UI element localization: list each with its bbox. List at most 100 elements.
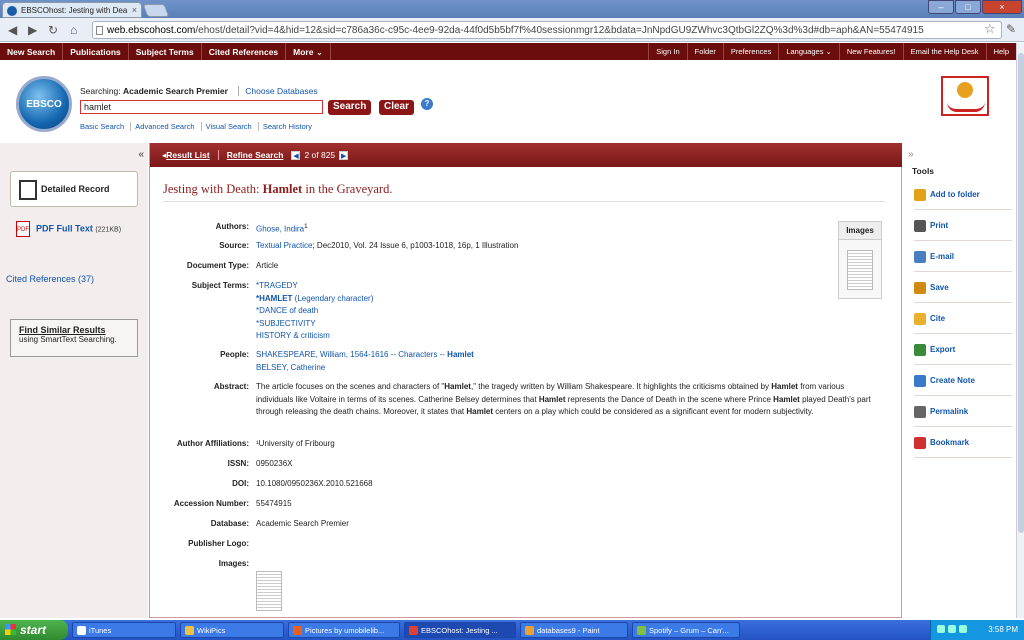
nav-cited-references[interactable]: Cited References: [202, 43, 287, 60]
home-icon[interactable]: ⌂: [70, 23, 77, 37]
abstract-highlight: Hamlet: [444, 382, 471, 391]
tray-icon[interactable]: [959, 625, 967, 633]
pdf-full-text-link[interactable]: PDF Full Text: [36, 223, 93, 233]
browser-tab[interactable]: EBSCOhost: Jesting with Dea ×: [2, 2, 142, 18]
basic-search-link[interactable]: Basic Search: [80, 122, 128, 131]
clear-button[interactable]: Clear: [379, 100, 415, 115]
title-divider: [163, 201, 885, 202]
source-link[interactable]: Textual Practice: [256, 241, 312, 250]
nav-subject-terms[interactable]: Subject Terms: [129, 43, 202, 60]
windows-taskbar: start iTunes WikiPics Pictures by umobil…: [0, 620, 1024, 640]
url-path: /ehost/detail?vid=4&hid=12&sid=c786a36c-…: [195, 25, 924, 36]
visual-search-link[interactable]: Visual Search: [200, 122, 256, 131]
new-tab-button[interactable]: [142, 4, 170, 17]
scrollbar-thumb[interactable]: [1018, 53, 1024, 533]
tool-export[interactable]: Export: [914, 343, 1012, 365]
document-type-value: Article: [256, 261, 279, 270]
search-input[interactable]: hamlet: [80, 100, 323, 114]
affiliation-value: ¹University of Fribourg: [256, 439, 335, 448]
itunes-icon: [77, 626, 86, 635]
pdf-full-text[interactable]: PDF PDF Full Text (221KB): [16, 221, 121, 237]
forward-arrow-icon[interactable]: ▶: [28, 23, 37, 37]
taskbar-spotify[interactable]: Spotify – Grum – Can'...: [632, 622, 740, 638]
tray-icon[interactable]: [937, 625, 945, 633]
subject-term-link[interactable]: *TRAGEDY: [256, 280, 881, 293]
nav-new-features[interactable]: New Features!: [838, 43, 903, 60]
subject-term-link[interactable]: HISTORY & criticism: [256, 330, 881, 343]
tool-bookmark[interactable]: Bookmark: [914, 436, 1012, 458]
subject-term-highlight: *HAMLET: [256, 293, 293, 303]
prev-record-icon[interactable]: ◀: [291, 150, 301, 160]
tool-permalink[interactable]: Permalink: [914, 405, 1012, 427]
find-similar-title[interactable]: Find Similar Results: [19, 325, 129, 335]
ebsco-logo[interactable]: EBSCO: [16, 76, 72, 132]
nav-help[interactable]: Help: [985, 43, 1016, 60]
refine-search-link[interactable]: Refine Search: [227, 150, 284, 160]
image-thumbnail[interactable]: [256, 571, 282, 611]
choose-databases-link[interactable]: Choose Databases: [238, 86, 318, 96]
tool-label: Print: [930, 221, 949, 230]
taskbar-wikipics[interactable]: WikiPics: [180, 622, 284, 638]
taskbar-ebscohost[interactable]: EBSCOhost: Jesting ...: [404, 622, 516, 638]
collapse-left-icon[interactable]: «: [138, 149, 144, 160]
detailed-record-tab[interactable]: Detailed Record: [10, 171, 138, 207]
reload-icon[interactable]: ↻: [48, 23, 58, 37]
collapse-right-icon[interactable]: »: [908, 149, 914, 160]
taskbar-label: databases9 - Paint: [537, 626, 600, 635]
nav-languages[interactable]: Languages ⌄: [778, 43, 839, 60]
tray-icon[interactable]: [948, 625, 956, 633]
system-tray: 3:58 PM: [930, 620, 1024, 640]
nav-preferences[interactable]: Preferences: [722, 43, 778, 60]
start-button[interactable]: start: [0, 620, 68, 640]
author-link[interactable]: Ghose, Indira: [256, 225, 304, 234]
field-label: Publisher Logo:: [188, 539, 249, 548]
tool-save[interactable]: Save: [914, 281, 1012, 303]
address-bar[interactable]: web.ebscohost.com/ehost/detail?vid=4&hid…: [92, 21, 1002, 39]
pdf-icon: PDF: [16, 221, 30, 237]
tool-add-to-folder[interactable]: Add to folder: [914, 188, 1012, 210]
help-icon[interactable]: ?: [421, 98, 433, 110]
people-link[interactable]: SHAKESPEARE, William, 1564-1616 -- Chara…: [256, 349, 881, 362]
back-arrow-icon[interactable]: ◀: [8, 23, 17, 37]
taskbar-itunes[interactable]: iTunes: [72, 622, 176, 638]
search-button[interactable]: Search: [328, 100, 372, 115]
current-database: Academic Search Premier: [123, 86, 228, 96]
nav-sign-in[interactable]: Sign In: [648, 43, 686, 60]
search-history-link[interactable]: Search History: [257, 122, 317, 131]
close-window-button[interactable]: ×: [982, 0, 1022, 14]
nav-email-help-desk[interactable]: Email the Help Desk: [902, 43, 986, 60]
page-scrollbar[interactable]: [1016, 43, 1024, 618]
tool-cite[interactable]: Cite: [914, 312, 1012, 334]
taskbar-paint[interactable]: databases9 - Paint: [520, 622, 628, 638]
search-header: EBSCO Searching: Academic Search Premier…: [0, 60, 1016, 140]
tool-create-note[interactable]: Create Note: [914, 374, 1012, 396]
subject-term-link[interactable]: *SUBJECTIVITY: [256, 318, 881, 331]
field-label: DOI:: [232, 479, 249, 488]
searching-line: Searching: Academic Search Premier Choos…: [80, 86, 318, 96]
close-tab-icon[interactable]: ×: [132, 5, 137, 15]
nav-publications[interactable]: Publications: [63, 43, 129, 60]
find-similar-box[interactable]: Find Similar Results using SmartText Sea…: [10, 319, 138, 357]
result-list-link[interactable]: Result List: [166, 150, 209, 160]
tool-label: Bookmark: [930, 438, 970, 447]
nav-new-search[interactable]: New Search: [0, 43, 64, 60]
advanced-search-link[interactable]: Advanced Search: [130, 122, 199, 131]
wrench-menu-icon[interactable]: ✎: [1006, 22, 1016, 36]
record-title: Jesting with Death: Hamlet in the Gravey…: [163, 182, 392, 197]
subject-term-link[interactable]: *HAMLET (Legendary character): [256, 293, 881, 306]
bookmark-star-icon[interactable]: ☆: [984, 21, 996, 37]
minimize-button[interactable]: –: [928, 0, 954, 14]
page-icon: [96, 26, 103, 35]
nav-folder[interactable]: Folder: [686, 43, 723, 60]
tool-label: Export: [930, 345, 956, 354]
subject-term-link[interactable]: *DANCE of death: [256, 305, 881, 318]
nav-more[interactable]: More ⌄: [286, 43, 331, 60]
next-record-icon[interactable]: ▶: [339, 150, 349, 160]
tool-email[interactable]: E-mail: [914, 250, 1012, 272]
maximize-button[interactable]: □: [955, 0, 981, 14]
cited-references-link[interactable]: Cited References (37): [6, 274, 94, 284]
field-label: Subject Terms:: [191, 281, 249, 290]
tool-print[interactable]: Print: [914, 219, 1012, 241]
taskbar-pictures[interactable]: Pictures by umobilelib...: [288, 622, 400, 638]
people-link[interactable]: BELSEY, Catherine: [256, 362, 881, 375]
